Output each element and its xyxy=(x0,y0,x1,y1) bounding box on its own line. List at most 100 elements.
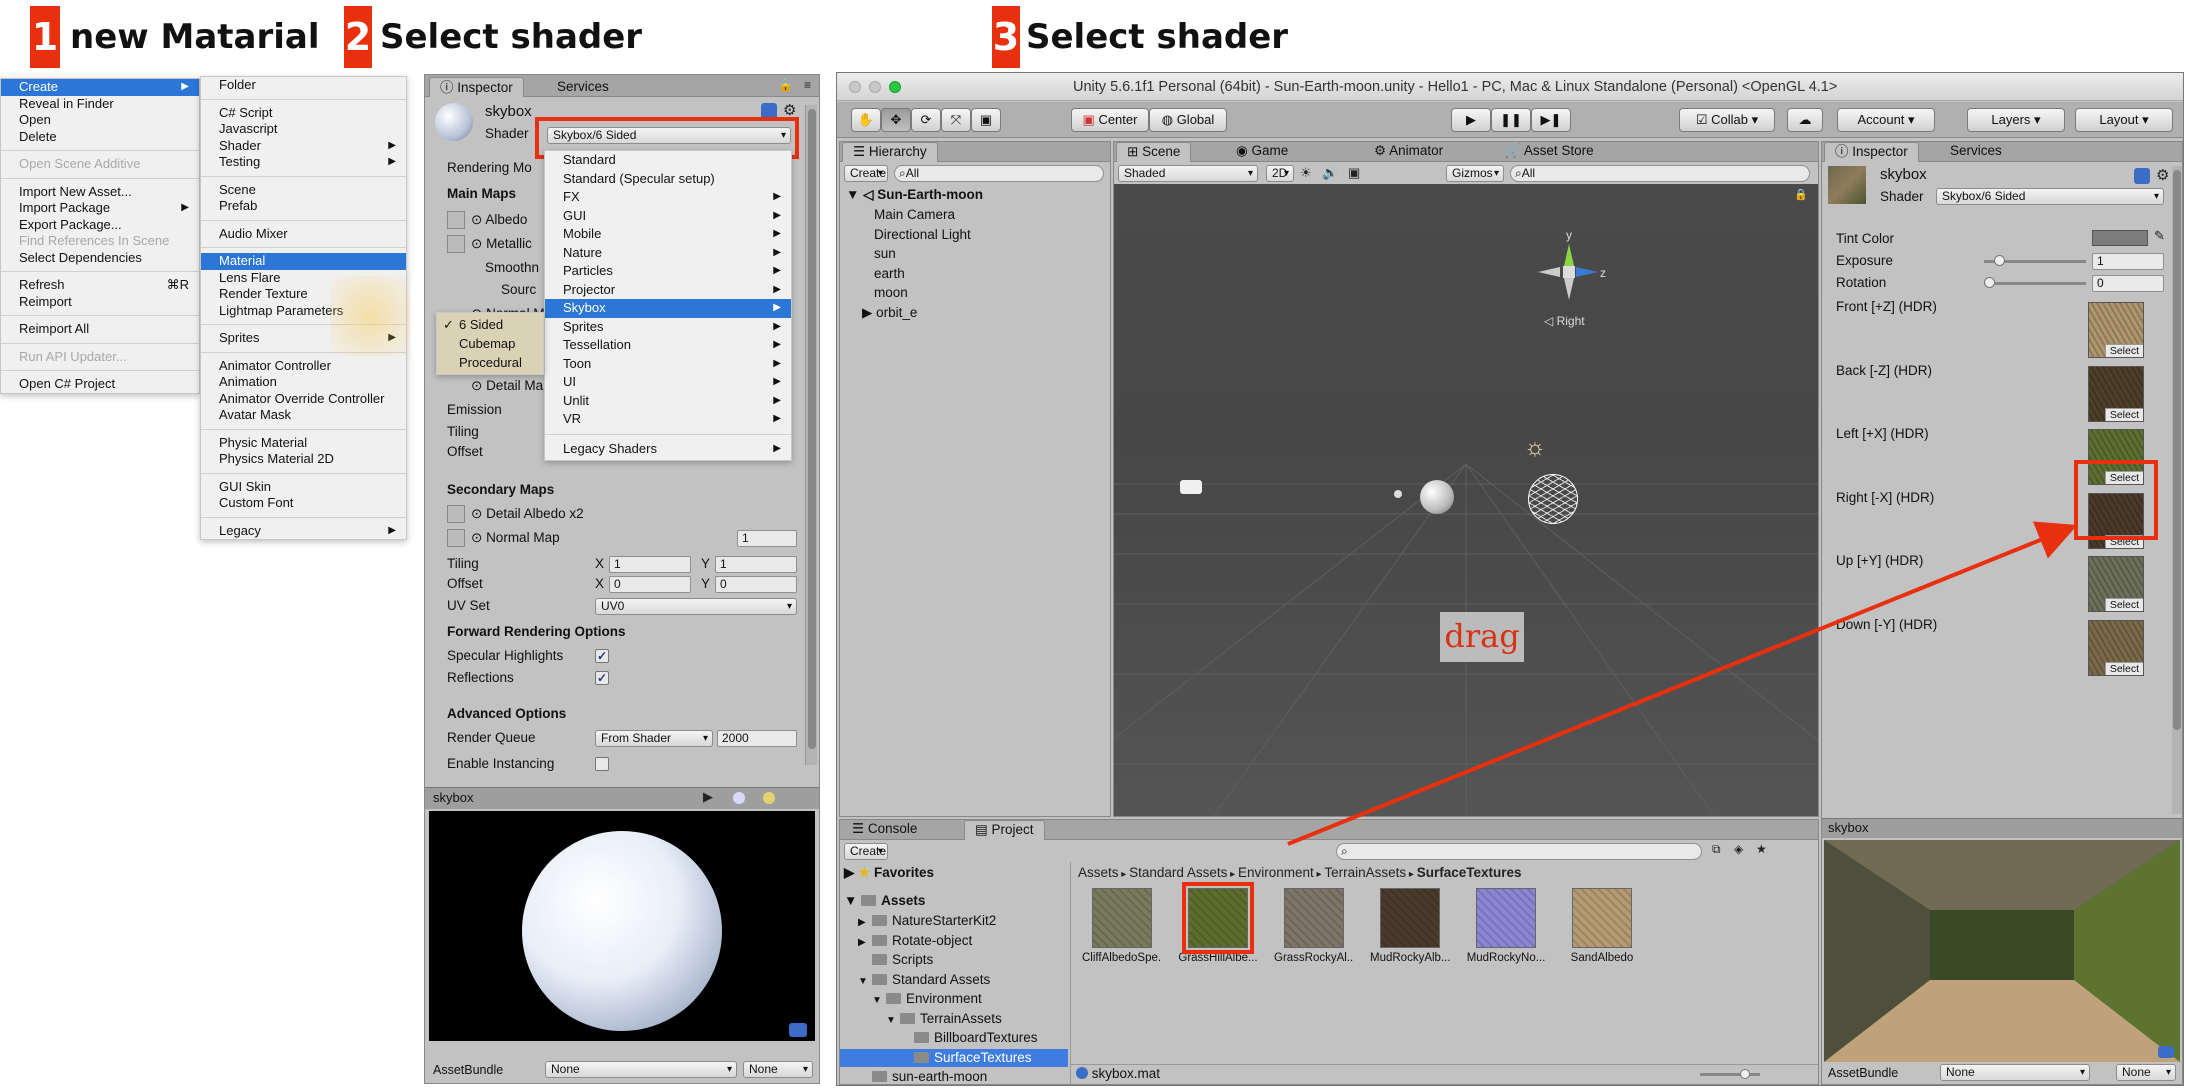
close-icon[interactable] xyxy=(849,81,861,93)
insp-shader-dropdown[interactable]: Skybox/6 Sided xyxy=(1936,188,2164,205)
eyedropper-icon[interactable]: ✎ xyxy=(2154,228,2165,244)
insp-help-icon[interactable] xyxy=(2134,168,2150,184)
enable-instancing-checkbox[interactable] xyxy=(595,757,609,771)
menu-item-delete[interactable]: Delete xyxy=(1,129,199,146)
project-tree-item[interactable]: ▼ Environment xyxy=(872,990,982,1010)
menu-item-avatar-mask[interactable]: Avatar Mask xyxy=(201,407,406,424)
tab-console[interactable]: ☰ Console xyxy=(842,820,927,840)
menu-item-select-dependencies[interactable]: Select Dependencies xyxy=(1,250,199,267)
tab-animator[interactable]: ⚙ Animator xyxy=(1364,142,1453,162)
layout-dropdown[interactable]: Layout ▾ xyxy=(2075,108,2173,132)
favorites-item[interactable]: ▶ ★ Favorites xyxy=(844,864,934,882)
project-tree-item[interactable]: ▼ Standard Assets xyxy=(858,971,990,991)
cloud-button[interactable]: ☁ xyxy=(1787,108,1823,132)
menu-item-scene[interactable]: Scene xyxy=(201,182,406,199)
menu-item-legacy-shaders[interactable]: Legacy Shaders ▶ xyxy=(545,440,791,459)
menu-item-reimport-all[interactable]: Reimport All xyxy=(1,321,199,338)
hierarchy-item[interactable]: Directional Light xyxy=(874,226,971,244)
assets-root-item[interactable]: ▼ Assets xyxy=(844,892,925,910)
menu-item-lens-flare[interactable]: Lens Flare xyxy=(201,270,406,287)
texture-select-button[interactable]: Select xyxy=(2104,407,2143,421)
menu-item-shader[interactable]: Shader ▶ xyxy=(201,138,406,155)
filter-type-icon[interactable]: ⧉ xyxy=(1712,842,1721,857)
thumbnail-size-slider[interactable] xyxy=(1700,1069,1760,1079)
project-tree-item[interactable]: ▼ TerrainAssets xyxy=(886,1010,1002,1030)
menu-item-standard[interactable]: Standard xyxy=(545,151,791,170)
filter-label-icon[interactable]: ◈ xyxy=(1734,842,1743,856)
assetbundle-variant-dropdown[interactable]: None xyxy=(743,1061,813,1078)
lock-icon[interactable]: 🔒 xyxy=(778,78,793,92)
preview-play-icon[interactable]: ▶ xyxy=(703,789,713,805)
asset-thumbnail[interactable] xyxy=(1284,888,1344,948)
menu-item-import-package[interactable]: Import Package ▶ xyxy=(1,200,199,217)
project-tree-item[interactable]: Scripts xyxy=(858,951,933,969)
menu-item-gui[interactable]: GUI ▶ xyxy=(545,207,791,226)
menu-item-open[interactable]: Open xyxy=(1,112,199,129)
menu-item-import-new-asset[interactable]: Import New Asset... xyxy=(1,184,199,201)
effects-toggle-icon[interactable]: ▣ xyxy=(1348,165,1360,181)
hierarchy-item[interactable]: sun xyxy=(874,245,896,263)
preview-sphere-toggle[interactable] xyxy=(733,792,745,804)
hierarchy-item[interactable]: moon xyxy=(874,284,908,302)
texture-select-button[interactable]: Select xyxy=(2104,344,2143,357)
tint-color-swatch[interactable] xyxy=(2092,230,2148,246)
asset-thumbnail[interactable] xyxy=(1380,888,1440,948)
uv-set-dropdown[interactable]: UV0 xyxy=(595,598,797,615)
tab-inspector-3[interactable]: ⓘ Inspector xyxy=(1824,142,1919,162)
shading-mode-dropdown[interactable]: Shaded xyxy=(1118,165,1258,182)
pivot-center-button[interactable]: ▣ Center xyxy=(1071,108,1149,132)
scrollbar[interactable] xyxy=(805,105,817,765)
menu-item-nature[interactable]: Nature ▶ xyxy=(545,244,791,263)
menu-item-reimport[interactable]: Reimport xyxy=(1,294,199,311)
menu-item-standard-specular-setup[interactable]: Standard (Specular setup) xyxy=(545,170,791,189)
step-button[interactable]: ▶❚ xyxy=(1531,108,1571,132)
project-tree-item[interactable]: BillboardTextures xyxy=(900,1029,1038,1047)
earth-object[interactable] xyxy=(1420,480,1454,514)
preview-light-toggle[interactable] xyxy=(763,792,775,804)
breadcrumb-item[interactable]: SurfaceTextures xyxy=(1417,865,1522,880)
menu-item-export-package[interactable]: Export Package... xyxy=(1,217,199,234)
render-queue-dropdown[interactable]: From Shader xyxy=(595,730,713,747)
sun-object[interactable] xyxy=(1528,474,1578,524)
mode-2d-toggle[interactable]: 2D xyxy=(1266,165,1294,182)
account-dropdown[interactable]: Account ▾ xyxy=(1837,108,1935,132)
menu-item-animation[interactable]: Animation xyxy=(201,374,406,391)
menu-item-gui-skin[interactable]: GUI Skin xyxy=(201,479,406,496)
breadcrumb-item[interactable]: TerrainAssets xyxy=(1324,865,1406,880)
lighting-toggle-icon[interactable]: ☀ xyxy=(1300,165,1312,181)
menu-item-unlit[interactable]: Unlit ▶ xyxy=(545,392,791,411)
breadcrumb-item[interactable]: Standard Assets xyxy=(1129,865,1227,880)
scene-viewport[interactable]: ☼ y z ◁ Right 🔒 drag xyxy=(1114,184,1818,816)
skybox-preview[interactable] xyxy=(1824,840,2180,1062)
menu-item-c-script[interactable]: C# Script xyxy=(201,105,406,122)
menu-item-lightmap-parameters[interactable]: Lightmap Parameters xyxy=(201,303,406,320)
project-search-input[interactable]: ⌕ xyxy=(1336,843,1702,860)
menu-item-physic-material[interactable]: Physic Material xyxy=(201,435,406,452)
tiling-x-input[interactable]: 1 xyxy=(609,556,691,573)
menu-item-toon[interactable]: Toon ▶ xyxy=(545,355,791,374)
gizmo-lock-icon[interactable]: 🔒 xyxy=(1794,188,1808,201)
hierarchy-item[interactable]: Main Camera xyxy=(874,206,955,224)
menu-item-prefab[interactable]: Prefab xyxy=(201,198,406,215)
detail-albedo-slot[interactable] xyxy=(447,505,465,523)
menu-item-mobile[interactable]: Mobile ▶ xyxy=(545,225,791,244)
scene-root[interactable]: ▼ ◁ Sun-Earth-moon xyxy=(846,186,983,204)
submenu-item-6-sided[interactable]: ✓ 6 Sided xyxy=(437,315,543,334)
hierarchy-item[interactable]: ▶ orbit_e xyxy=(862,304,917,322)
menu-item-folder[interactable]: Folder xyxy=(201,77,406,94)
face-texture-slot[interactable]: Select xyxy=(2088,556,2144,612)
spec-highlights-checkbox[interactable]: ✓ xyxy=(595,649,609,663)
face-texture-slot[interactable]: Select xyxy=(2088,302,2144,358)
menu-item-javascript[interactable]: Javascript xyxy=(201,121,406,138)
tab-project[interactable]: ▤ Project xyxy=(964,820,1045,840)
tab-game[interactable]: ◉ Game xyxy=(1226,142,1298,162)
play-button[interactable]: ▶ xyxy=(1451,108,1491,132)
submenu-item-procedural[interactable]: Procedural xyxy=(437,353,543,372)
tab-services[interactable]: Services xyxy=(547,77,619,97)
orientation-gizmo[interactable]: y z xyxy=(1532,228,1606,308)
menu-item-testing[interactable]: Testing ▶ xyxy=(201,154,406,171)
normal-map-value[interactable]: 1 xyxy=(737,530,797,547)
normal-map-slot[interactable] xyxy=(447,529,465,547)
menu-item-material[interactable]: Material xyxy=(201,253,406,270)
asset-thumbnail[interactable] xyxy=(1092,888,1152,948)
